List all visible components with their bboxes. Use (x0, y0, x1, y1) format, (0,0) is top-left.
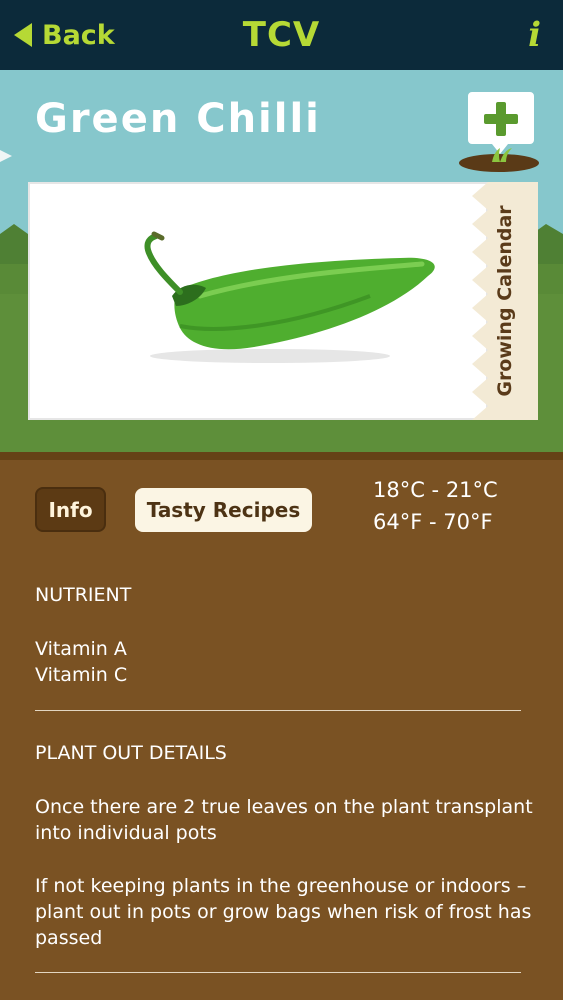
plant-out-text-line: into individual pots (35, 822, 217, 844)
info-icon[interactable]: i (528, 0, 541, 70)
navigation-bar: Back TCV i (0, 0, 563, 70)
plant-hero: Green Chilli Growing Calendar (0, 70, 563, 452)
cloud-decoration (0, 150, 12, 162)
nutrient-heading: NUTRIENT (35, 584, 132, 606)
back-button[interactable]: Back (14, 0, 115, 70)
temperature-celsius: 18°C - 21°C (373, 478, 498, 502)
green-chilli-image (144, 231, 435, 363)
tasty-recipes-tab[interactable]: Tasty Recipes (135, 488, 312, 532)
plant-out-text-line: plant out in pots or grow bags when risk… (35, 901, 532, 923)
plant-name: Green Chilli (35, 96, 321, 142)
nutrient-item: Vitamin C (35, 664, 128, 686)
temperature-fahrenheit: 64°F - 70°F (373, 510, 493, 534)
plant-out-text-line: If not keeping plants in the greenhouse … (35, 875, 527, 897)
section-divider (35, 710, 521, 711)
section-divider (35, 972, 521, 973)
plant-out-text-line: Once there are 2 true leaves on the plan… (35, 796, 533, 818)
growing-calendar-label: Growing Calendar (494, 205, 516, 397)
plant-photo (28, 182, 488, 420)
back-button-label: Back (42, 19, 115, 51)
plant-out-heading: PLANT OUT DETAILS (35, 742, 227, 764)
soil-divider (0, 452, 563, 460)
plant-out-text-line: passed (35, 927, 103, 949)
add-plant-button[interactable] (458, 90, 542, 176)
growing-calendar-tab[interactable]: Growing Calendar (472, 182, 538, 420)
nutrient-item: Vitamin A (35, 638, 127, 660)
info-tab[interactable]: Info (35, 487, 106, 532)
back-arrow-icon (14, 23, 32, 47)
